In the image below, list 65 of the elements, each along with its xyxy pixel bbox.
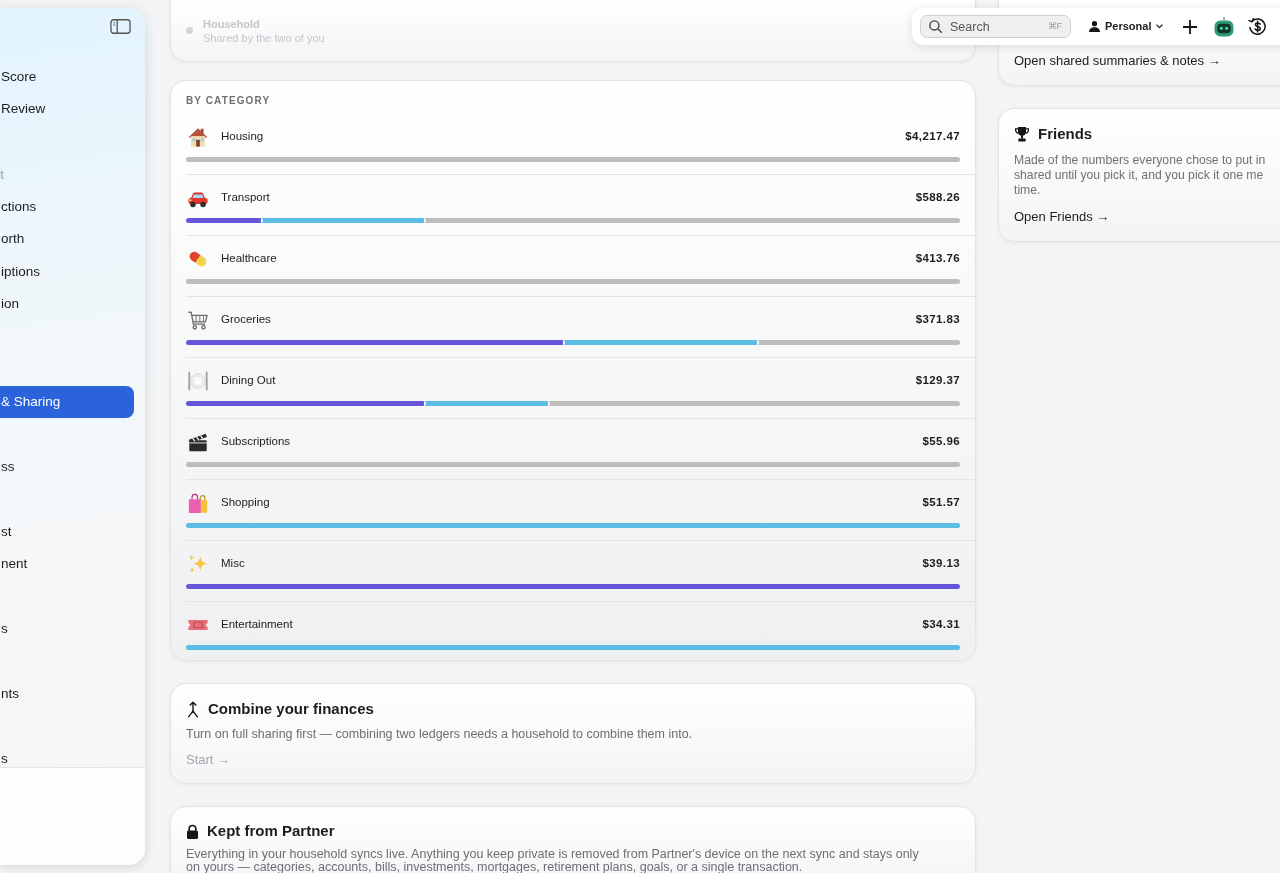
card-description: Everything in your household syncs live. Anything you keep private is removed from Partner's device on the next sync and stays only on yours — categories, accounts, bills, investments, mortgages, retirement plans, goals, or a single transaction. [186,847,920,873]
friends-link[interactable]: Open Friends → [1014,209,1110,225]
household-title: Household [203,16,261,31]
currency-button[interactable] [1248,17,1268,36]
lock-icon [186,824,199,839]
category-label: Housing [221,129,264,145]
category-amount: $371.83 [915,312,960,328]
category-label: Entertainment [221,617,293,633]
category-label: Dining Out [221,373,276,389]
sidebar-item[interactable]: Review [0,93,134,126]
sidebar-item[interactable]: nts [0,678,134,711]
shopping-bags-icon [187,492,209,514]
cart-icon [187,309,209,331]
category-amount: $588.26 [915,190,960,206]
category-amount: $129.37 [915,373,960,389]
sidebar-item[interactable]: s [0,743,134,767]
category-label: Groceries [221,312,271,328]
shortcut-hint: ⌘F [1047,21,1062,32]
category-amount: $34.31 [922,617,960,633]
dollar-cycle-icon [1248,17,1268,36]
category-label: Subscriptions [221,434,291,450]
sparkles-icon [187,553,209,575]
summaries-link[interactable]: Open shared summaries & notes → [1014,53,1221,69]
dot-icon [186,27,193,34]
card-title: Friends [1038,123,1093,144]
category-amount: $39.13 [922,556,960,572]
plate-icon [187,370,209,392]
category-label: Healthcare [221,251,277,267]
sidebar-item[interactable]: s [0,613,134,646]
trophy-icon [1014,126,1030,142]
category-amount: $51.57 [922,495,960,511]
chevron-down-icon [1156,24,1164,29]
category-label: Transport [221,190,270,206]
sidebar-item[interactable]: ss [0,450,134,484]
category-amount: $4,217.47 [905,129,960,145]
merge-arrow-icon [186,700,200,718]
sidebar-icon [110,19,131,34]
category-label: Misc [221,556,245,572]
sidebar-item[interactable]: & Sharing [0,386,134,418]
sidebar-item[interactable]: Score [0,60,134,94]
card-description: Made of the numbers everyone chose to put in shared until you pick it, and you pick it one me time. [1014,152,1267,198]
category-amount: $413.76 [915,251,960,267]
section-heading: BY CATEGORY [185,94,272,108]
add-button[interactable] [1183,19,1198,34]
card-title: Kept from Partner [207,821,335,842]
house-icon [187,126,209,148]
sidebar-section-label: t [0,167,4,182]
sidebar-item[interactable]: ion [0,288,134,321]
card-title: Combine your finances [208,698,374,719]
search-icon [929,20,942,33]
plus-icon [1183,19,1198,34]
sidebar-item[interactable]: ctions [0,190,134,224]
clapperboard-icon [187,431,209,453]
sidebar-toggle-button[interactable] [110,19,131,34]
profile-menu-button[interactable]: Personal [1089,18,1164,35]
sidebar-item[interactable]: iptions [0,255,134,289]
category-label: Shopping [221,495,270,511]
card-description: Turn on full sharing first — combining two ledgers needs a household to combine them into. [186,727,694,742]
robot-icon [1214,16,1235,37]
assistant-button[interactable] [1214,16,1235,37]
sidebar-item[interactable]: orth [0,223,134,256]
person-icon [1089,21,1100,32]
category-amount: $55.96 [922,434,960,450]
sidebar-item[interactable]: st [0,515,134,549]
sidebar-item[interactable]: nent [0,548,134,581]
